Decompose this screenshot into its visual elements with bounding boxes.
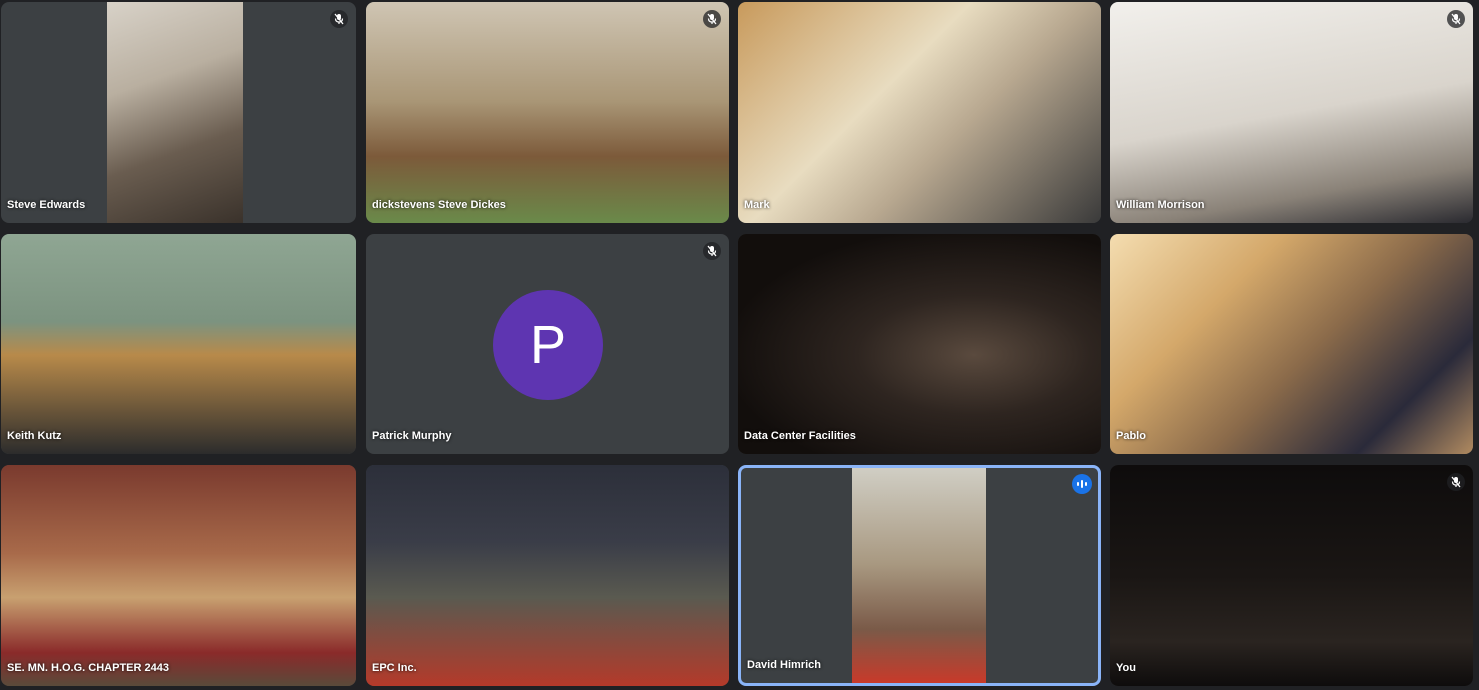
participant-name: EPC Inc. — [372, 662, 417, 674]
participant-name: Mark — [744, 199, 770, 211]
participant-tile-dickstevens[interactable]: dickstevens Steve Dickes — [366, 2, 729, 223]
participant-name: dickstevens Steve Dickes — [372, 199, 506, 211]
participant-name: Patrick Murphy — [372, 430, 452, 442]
participant-tile-pablo[interactable]: Pablo — [1110, 234, 1473, 454]
participant-tile-steve-edwards[interactable]: Steve Edwards — [1, 2, 356, 223]
participant-name: You — [1116, 662, 1136, 674]
microphone-off-icon — [330, 10, 348, 28]
microphone-off-icon — [1447, 473, 1465, 491]
participant-tile-keith-kutz[interactable]: Keith Kutz — [1, 234, 356, 454]
participant-grid: Steve Edwards dickstevens Steve Dickes M… — [0, 0, 1479, 690]
video-feed — [1, 234, 356, 454]
participant-name: SE. MN. H.O.G. CHAPTER 2443 — [7, 662, 169, 674]
participant-tile-you[interactable]: You — [1110, 465, 1473, 686]
participant-name: David Himrich — [747, 659, 821, 671]
video-feed — [366, 465, 729, 686]
video-feed — [1110, 465, 1473, 686]
participant-name: Keith Kutz — [7, 430, 62, 442]
microphone-off-icon — [703, 10, 721, 28]
participant-name: Steve Edwards — [7, 199, 86, 211]
video-feed — [852, 468, 986, 683]
video-feed — [738, 234, 1101, 454]
participant-name: Pablo — [1116, 430, 1146, 442]
participant-tile-mark[interactable]: Mark — [738, 2, 1101, 223]
microphone-off-icon — [703, 242, 721, 260]
participant-name: William Morrison — [1116, 199, 1205, 211]
video-feed — [366, 2, 729, 223]
video-feed — [738, 2, 1101, 223]
video-feed — [1110, 234, 1473, 454]
participant-name: Data Center Facilities — [744, 430, 856, 442]
participant-tile-david-himrich[interactable]: David Himrich — [738, 465, 1101, 686]
video-feed — [1110, 2, 1473, 223]
video-feed — [1, 465, 356, 686]
participant-tile-epc-inc[interactable]: EPC Inc. — [366, 465, 729, 686]
video-feed — [107, 2, 243, 223]
participant-tile-data-center-facilities[interactable]: Data Center Facilities — [738, 234, 1101, 454]
participant-tile-william-morrison[interactable]: William Morrison — [1110, 2, 1473, 223]
participant-tile-se-mn-hog[interactable]: SE. MN. H.O.G. CHAPTER 2443 — [1, 465, 356, 686]
participant-tile-patrick-murphy[interactable]: P Patrick Murphy — [366, 234, 729, 454]
audio-level-icon — [1072, 474, 1092, 494]
microphone-off-icon — [1447, 10, 1465, 28]
avatar: P — [493, 290, 603, 400]
